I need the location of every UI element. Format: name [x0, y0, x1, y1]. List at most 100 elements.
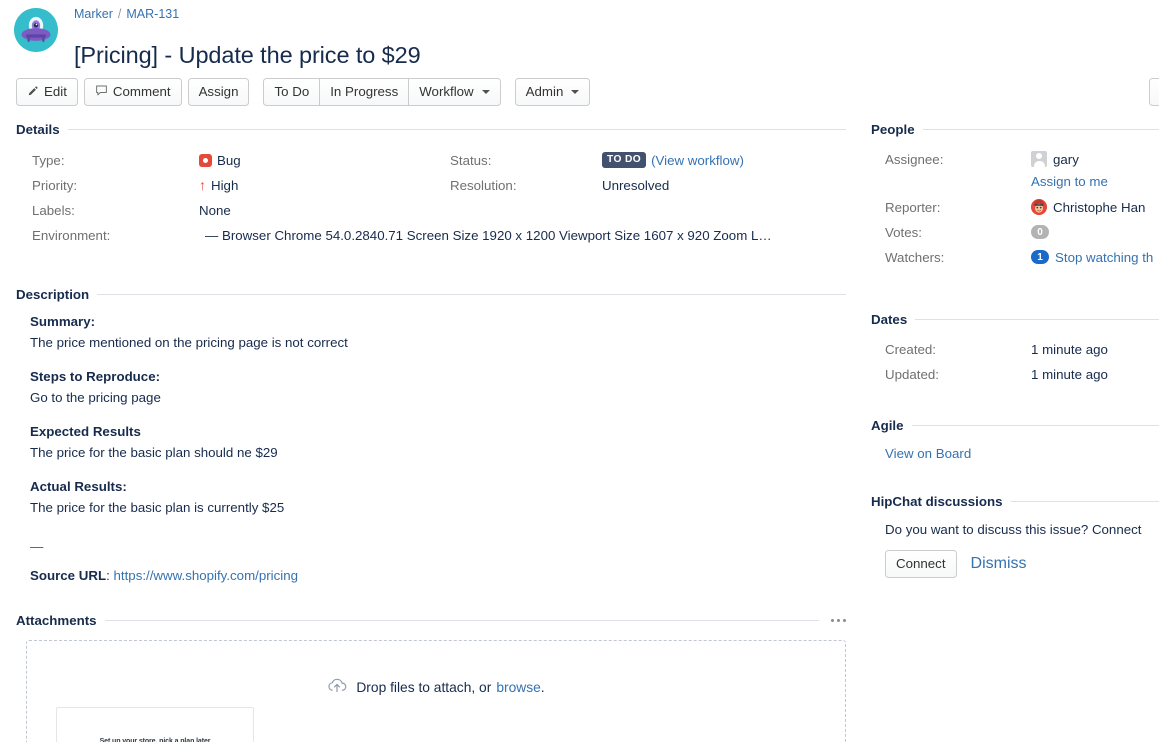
attachments-section-title: Attachments [16, 613, 97, 628]
agile-section-header: Agile [871, 418, 1159, 433]
section-rule [97, 294, 846, 295]
people-section-title: People [871, 122, 915, 137]
details-section-title: Details [16, 122, 60, 137]
agile-links: View on Board [871, 446, 1159, 461]
dropzone-text-end: . [541, 680, 545, 695]
reporter-value: Christophe Han [1053, 200, 1145, 215]
environment-value: — Browser Chrome 54.0.2840.71 Screen Siz… [205, 228, 772, 243]
comment-button-label: Comment [113, 85, 171, 98]
section-rule [105, 620, 819, 621]
dates-section-title: Dates [871, 312, 907, 327]
attachment-dropzone[interactable]: Drop files to attach, or browse. Set up … [26, 640, 846, 742]
cloud-upload-icon [327, 677, 347, 697]
edit-button[interactable]: Edit [16, 78, 78, 106]
description-section: Description Summary: The price mentioned… [16, 287, 846, 585]
thumbnail-headline: Set up your store, pick a plan later [57, 738, 253, 742]
dates-section: Dates Created: 1 minute ago Updated: 1 m… [871, 312, 1159, 396]
dates-grid: Created: 1 minute ago Updated: 1 minute … [871, 340, 1159, 396]
updated-label: Updated: [885, 367, 939, 382]
hipchat-section-header: HipChat discussions [871, 494, 1159, 509]
assignee-label: Assignee: [885, 152, 943, 167]
breadcrumb-project-link[interactable]: Marker [74, 7, 113, 21]
created-value: 1 minute ago [1031, 342, 1108, 357]
pencil-icon [27, 85, 39, 99]
thumbnail-content: Set up your store, pick a plan later Try… [57, 738, 253, 742]
source-url-row: Source URL: https://www.shopify.com/pric… [30, 566, 846, 585]
view-workflow-link[interactable]: (View workflow) [651, 153, 744, 168]
description-body: Summary: The price mentioned on the pric… [16, 312, 846, 585]
description-text: The price mentioned on the pricing page … [30, 333, 846, 352]
comment-button[interactable]: Comment [84, 78, 182, 106]
dropzone-text: Drop files to attach, or [356, 680, 491, 695]
people-section: People Assignee: gary Assign to me Repor… [871, 122, 1159, 310]
description-text: Go to the pricing page [30, 388, 846, 407]
dropzone-hint: Drop files to attach, or browse. [27, 677, 845, 697]
dates-section-header: Dates [871, 312, 1159, 327]
workflow-dropdown-button[interactable]: Workflow [408, 78, 500, 106]
status-value-wrap: TO DO (View workflow) [602, 152, 744, 168]
labels-value: None [199, 203, 231, 218]
section-rule [912, 425, 1159, 426]
description-text: The price for the basic plan is currentl… [30, 498, 846, 517]
stop-watching-link[interactable]: Stop watching th [1055, 250, 1153, 265]
breadcrumb: Marker/MAR-131 [74, 7, 179, 22]
transition-in-progress-label: In Progress [330, 85, 398, 98]
type-value: Bug [217, 153, 241, 168]
source-url-label: Source URL [30, 568, 106, 583]
edit-button-label: Edit [44, 85, 67, 98]
workflow-dropdown-label: Workflow [419, 85, 473, 98]
attachments-section-header: Attachments [16, 613, 846, 628]
assign-button-label: Assign [199, 85, 239, 98]
caret-down-icon [482, 90, 490, 94]
votes-label: Votes: [885, 225, 922, 240]
created-label: Created: [885, 342, 936, 357]
description-heading: Actual Results: [30, 477, 846, 496]
source-url-link[interactable]: https://www.shopify.com/pricing [114, 568, 299, 583]
ufo-alien-icon[interactable] [14, 8, 58, 52]
priority-value-wrap: ↑ High [199, 178, 238, 193]
description-heading: Expected Results [30, 422, 846, 441]
admin-dropdown-button[interactable]: Admin [515, 78, 591, 106]
type-value-wrap: Bug [199, 153, 241, 168]
transition-in-progress-button[interactable]: In Progress [319, 78, 409, 106]
hipchat-actions: Connect Dismiss [871, 550, 1159, 578]
section-rule [923, 129, 1159, 130]
description-heading: Summary: [30, 312, 846, 331]
transition-todo-label: To Do [274, 85, 309, 98]
transition-todo-button[interactable]: To Do [263, 78, 320, 106]
assign-to-me-link[interactable]: Assign to me [1031, 174, 1108, 189]
resolution-value: Unresolved [602, 178, 669, 193]
priority-value: High [211, 178, 238, 193]
assign-button[interactable]: Assign [188, 78, 250, 106]
votes-count-badge: 0 [1031, 225, 1049, 239]
hipchat-section: HipChat discussions Do you want to discu… [871, 494, 1159, 578]
hipchat-dismiss-link[interactable]: Dismiss [971, 555, 1027, 573]
people-grid: Assignee: gary Assign to me Reporter: [871, 150, 1159, 310]
issue-toolbar: Edit Comment Assign To Do In Progress Wo… [16, 78, 590, 106]
section-rule [915, 319, 1159, 320]
browse-files-link[interactable]: browse [496, 680, 540, 695]
hipchat-connect-button[interactable]: Connect [885, 550, 957, 578]
user-face-avatar-icon [1031, 199, 1047, 215]
ellipsis-icon[interactable] [827, 619, 846, 622]
hipchat-section-title: HipChat discussions [871, 494, 1003, 509]
attachments-section: Attachments Drop files to attach, or bro… [16, 613, 846, 742]
reporter-label: Reporter: [885, 200, 940, 215]
hipchat-prompt: Do you want to discuss this issue? Conne… [871, 522, 1159, 537]
view-on-board-link[interactable]: View on Board [885, 446, 971, 461]
assignee-value: gary [1053, 152, 1079, 167]
section-rule [1011, 501, 1159, 502]
section-rule [68, 129, 846, 130]
description-heading: Steps to Reproduce: [30, 367, 846, 386]
jira-issue-page: Marker/MAR-131 [Pricing] - Update the pr… [0, 0, 1159, 742]
issue-main-column: Details Type: Bug Status: TO DO (View wo… [16, 122, 846, 742]
caret-down-icon [571, 90, 579, 94]
description-divider: — [30, 537, 846, 556]
attachment-thumbnail[interactable]: Set up your store, pick a plan later Try… [56, 707, 254, 742]
hipchat-connect-label: Connect [896, 557, 946, 570]
details-section-header: Details [16, 122, 846, 137]
overflow-toolbar-button[interactable] [1149, 78, 1159, 106]
admin-dropdown-label: Admin [526, 85, 564, 98]
status-badge: TO DO [602, 152, 646, 168]
breadcrumb-issue-key-link[interactable]: MAR-131 [126, 7, 179, 21]
